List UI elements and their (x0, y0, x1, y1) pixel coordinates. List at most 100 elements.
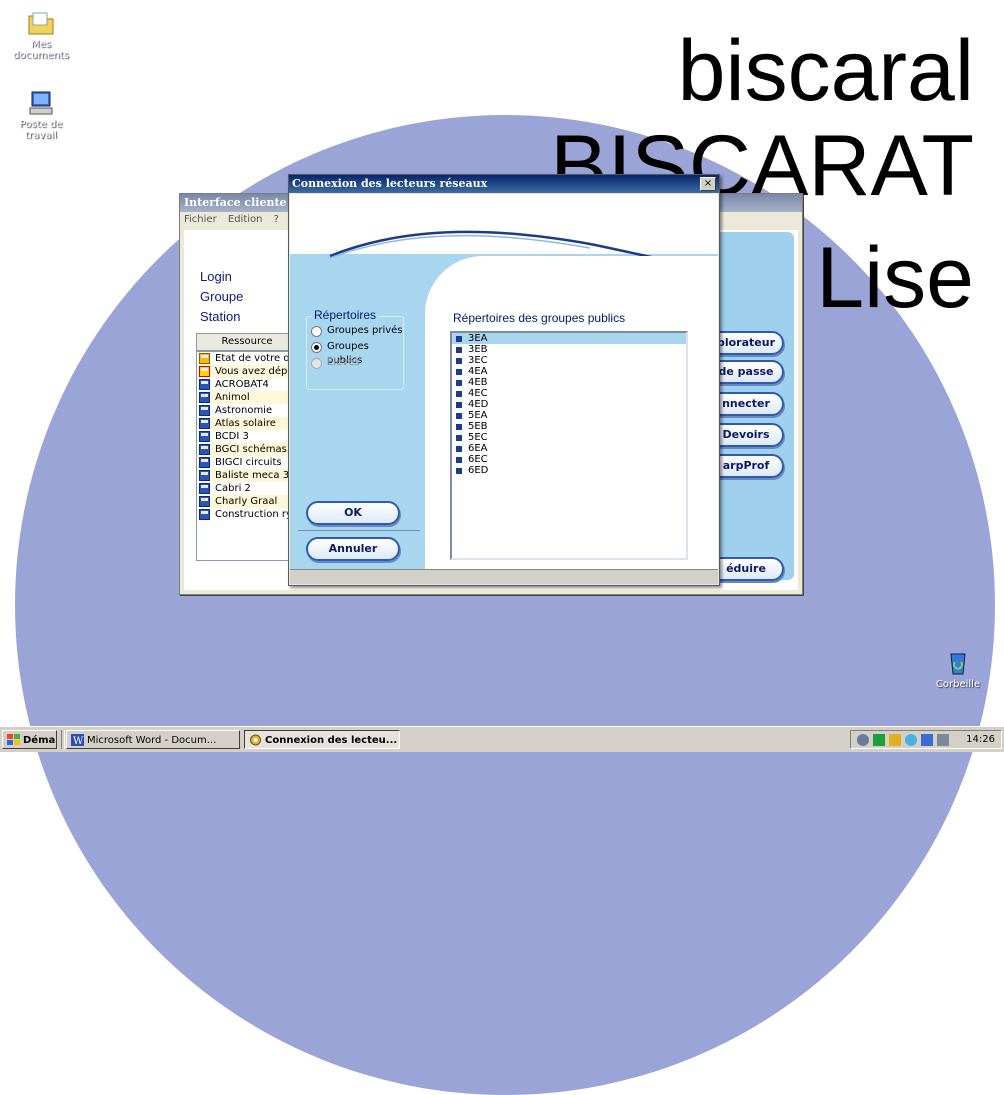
wallpaper-text-3: Lise (816, 230, 974, 326)
list-item[interactable]: 3EC (452, 355, 686, 366)
radio-eleves[interactable]: Elèves (311, 356, 360, 370)
bullet-icon (456, 435, 462, 441)
desktop-icon-label: Corbeille (935, 679, 981, 690)
svg-text:W: W (73, 736, 84, 746)
radio-label: Groupes privés (327, 325, 403, 336)
tray-pencil-icon[interactable] (889, 734, 901, 746)
resource-column-header[interactable]: Ressource (196, 333, 298, 351)
desktop-icon-label: Mes documents (13, 39, 69, 61)
word-icon: W (71, 734, 84, 746)
taskbar: Démarrer W Microsoft Word - Docum... Con… (0, 726, 1004, 752)
recycle-bin-icon (950, 653, 966, 675)
system-tray: 14:26 (850, 730, 1002, 749)
list-item[interactable]: BIGCI circuits (197, 456, 297, 469)
list-item[interactable]: 4EB (452, 377, 686, 388)
list-item[interactable]: Charly Graal (197, 495, 297, 508)
repo-list-title: Répertoires des groupes publics (453, 311, 626, 325)
computer-icon (29, 91, 53, 115)
program-icon (199, 470, 210, 481)
list-item[interactable]: Baliste meca 3 (197, 469, 297, 482)
resource-list[interactable]: Etat de votre q Vous avez dép ACROBAT4 A… (196, 351, 298, 561)
radio-groupes-prives[interactable]: Groupes privés (311, 324, 403, 338)
list-item[interactable]: 3EB (452, 344, 686, 355)
wallpaper-text-1: biscaral (677, 23, 974, 119)
list-item[interactable]: 5EA (452, 410, 686, 421)
bullet-icon (456, 369, 462, 375)
list-item[interactable]: 5EC (452, 432, 686, 443)
radio-dot (311, 342, 322, 353)
list-item[interactable]: 6ED (452, 465, 686, 476)
cancel-button[interactable]: Annuler (306, 537, 400, 561)
bullet-icon (456, 468, 462, 474)
desktop-icon-label: Poste de travail (19, 119, 63, 141)
list-item[interactable]: BGCI schémas (197, 443, 297, 456)
bullet-icon (456, 402, 462, 408)
group-legend: Répertoires (312, 308, 379, 322)
dialog-status-bar (290, 569, 718, 584)
list-item[interactable]: 4EC (452, 388, 686, 399)
clock: 14:26 (966, 734, 995, 745)
list-item[interactable]: Etat de votre q (197, 352, 297, 365)
folder-icon (28, 12, 54, 35)
desktop-icon-poste-de-travail[interactable]: Poste de travail (6, 90, 76, 141)
radio-dot (311, 326, 322, 337)
bullet-icon (456, 358, 462, 364)
station-label: Station (200, 309, 241, 324)
repertoires-group: Répertoires Groupes privés Groupes publi… (306, 308, 404, 390)
desktop-icon-corbeille[interactable]: Corbeille (923, 650, 993, 690)
home-icon (199, 353, 210, 364)
list-item[interactable]: Animol (197, 391, 297, 404)
menu-edition[interactable]: Edition (228, 214, 263, 225)
bullet-icon (456, 347, 462, 353)
tray-network-icon[interactable] (921, 734, 933, 746)
bullet-icon (456, 391, 462, 397)
login-label: Login (200, 269, 232, 284)
tray-globe-icon[interactable] (905, 734, 917, 746)
windows-logo-icon (7, 734, 20, 745)
list-item[interactable]: 4EA (452, 366, 686, 377)
list-item[interactable]: 6EA (452, 443, 686, 454)
start-button[interactable]: Démarrer (2, 730, 57, 749)
close-icon[interactable]: × (700, 177, 716, 191)
list-item[interactable]: 4ED (452, 399, 686, 410)
list-item[interactable]: Atlas solaire (197, 417, 297, 430)
program-icon (199, 431, 210, 442)
start-label: Démarrer (23, 735, 56, 746)
list-item[interactable]: ACROBAT4 (197, 378, 297, 391)
radio-groupes-publics[interactable]: Groupes publics (311, 340, 403, 366)
program-icon (199, 444, 210, 455)
program-icon (199, 405, 210, 416)
taskbar-task-connexion[interactable]: Connexion des lecteu... (244, 730, 400, 749)
desktop-icon-mes-documents[interactable]: Mes documents (6, 10, 76, 61)
program-icon (199, 496, 210, 507)
task-label: Microsoft Word - Docum... (87, 735, 217, 746)
list-item[interactable]: Vous avez dép (197, 365, 297, 378)
list-item[interactable]: 5EB (452, 421, 686, 432)
bullet-icon (456, 336, 462, 342)
list-item[interactable]: Astronomie (197, 404, 297, 417)
tray-clock-icon[interactable] (857, 734, 869, 746)
program-icon (199, 392, 210, 403)
separator (298, 530, 420, 531)
ok-button[interactable]: OK (306, 501, 400, 525)
list-item[interactable]: BCDI 3 (197, 430, 297, 443)
radio-dot (311, 358, 322, 369)
list-item[interactable]: 6EC (452, 454, 686, 465)
bullet-icon (456, 413, 462, 419)
tray-h-icon[interactable] (873, 734, 885, 746)
list-item[interactable]: Cabri 2 (197, 482, 297, 495)
menu-help[interactable]: ? (274, 214, 279, 225)
program-icon (199, 379, 210, 390)
network-drive-icon (250, 734, 261, 746)
list-item[interactable]: 3EA (452, 333, 686, 344)
network-drives-dialog[interactable]: Connexion des lecteurs réseaux × Réperto… (288, 174, 720, 586)
dialog-body: Répertoires Groupes privés Groupes publi… (290, 194, 718, 569)
radio-label: Elèves (327, 357, 360, 368)
menu-fichier[interactable]: Fichier (184, 214, 217, 225)
taskbar-separator (61, 730, 65, 749)
tray-tools-icon[interactable] (937, 734, 949, 746)
list-item[interactable]: Construction ry (197, 508, 297, 521)
repo-list[interactable]: 3EA 3EB 3EC 4EA 4EB 4EC 4ED 5EA 5EB 5EC … (450, 331, 688, 560)
bullet-icon (456, 457, 462, 463)
taskbar-task-word[interactable]: W Microsoft Word - Docum... (66, 730, 240, 749)
